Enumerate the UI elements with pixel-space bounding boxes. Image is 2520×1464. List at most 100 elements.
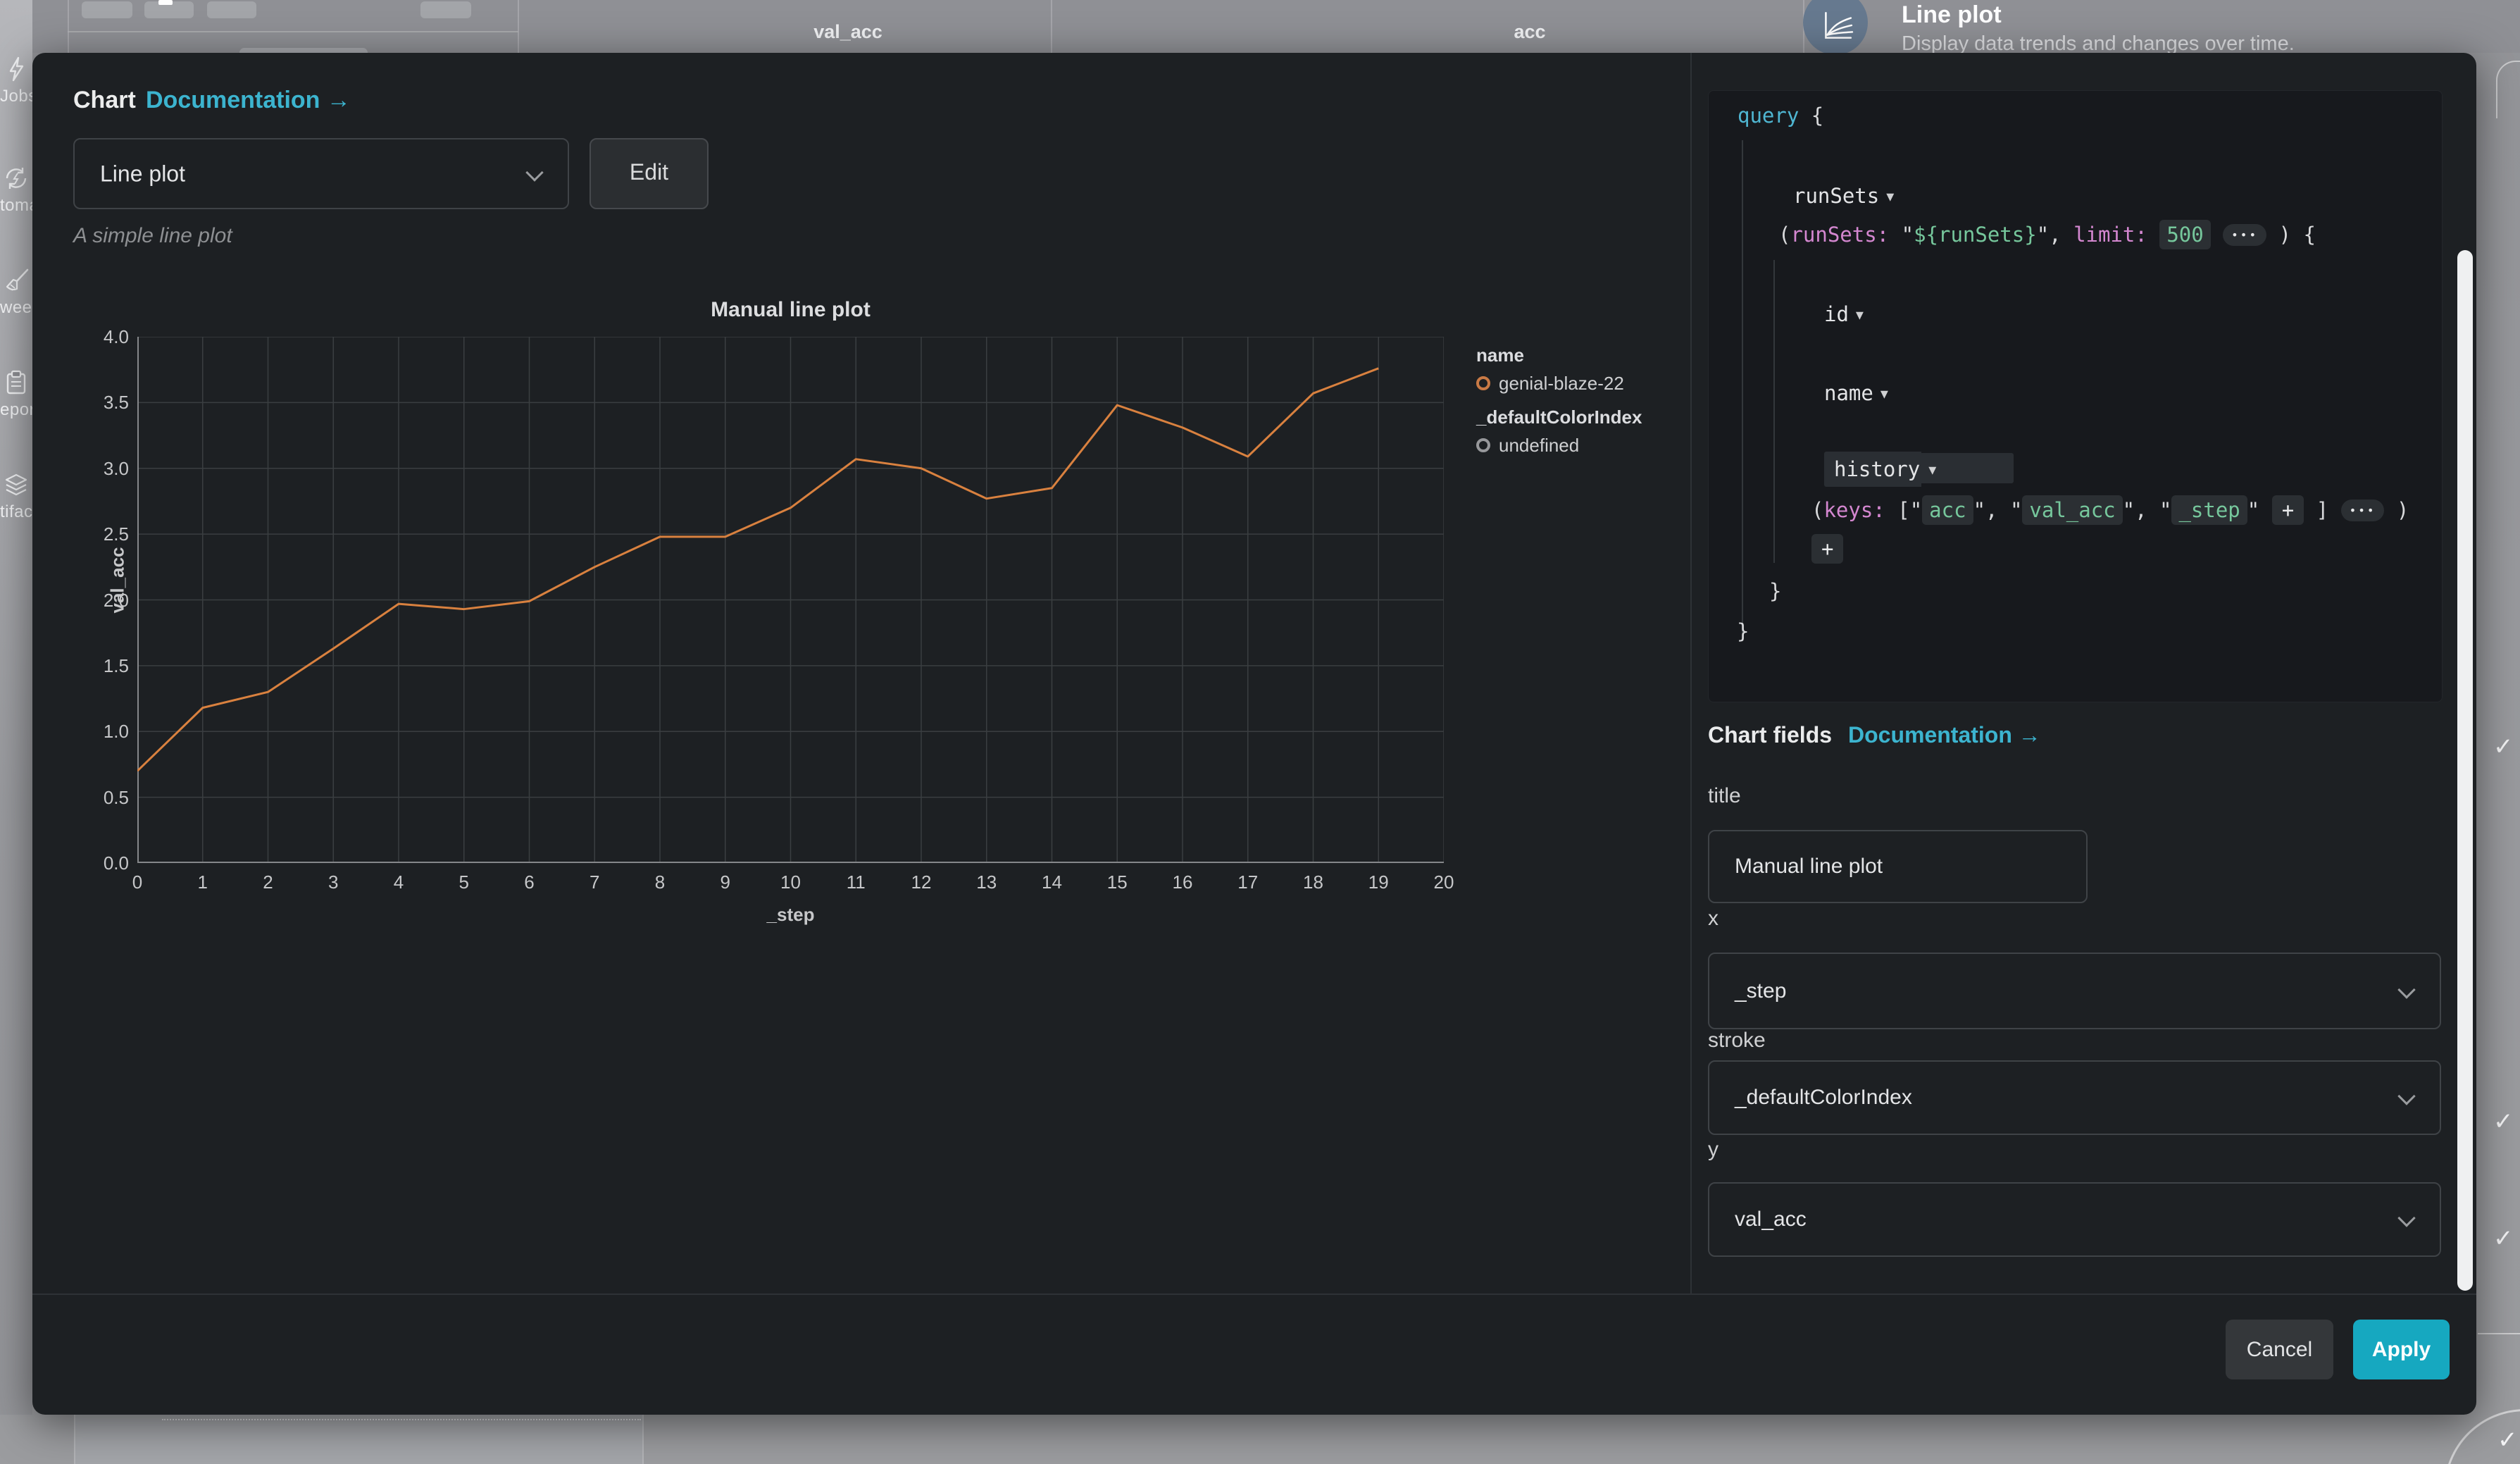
code-token: ${runSets} xyxy=(1914,223,2037,247)
edit-button[interactable]: Edit xyxy=(590,138,709,209)
sidebar-item-jobs[interactable]: Jobs xyxy=(0,55,32,106)
line-plot: 01234567891011121314151617181920 0.00.51… xyxy=(137,337,1444,863)
documentation-link[interactable]: Documentation → xyxy=(1848,722,2041,748)
field-label-stroke: stroke xyxy=(1708,1029,1766,1053)
panel-title-val-acc: val_acc xyxy=(813,21,882,43)
code-token: ▾ xyxy=(1879,188,1894,206)
y-field-select[interactable]: val_acc xyxy=(1708,1182,2441,1257)
toolbar-button xyxy=(207,1,256,18)
legend-group-title: name xyxy=(1476,343,1642,367)
code-token: [" xyxy=(1885,498,1922,522)
indent-guide xyxy=(1742,140,1743,633)
lightning-bolt-icon xyxy=(2,55,30,83)
y-tick-label: 3.0 xyxy=(87,458,129,480)
code-pill[interactable]: ••• xyxy=(2341,500,2385,521)
code-pill[interactable]: + xyxy=(2272,495,2304,525)
x-tick-label: 10 xyxy=(770,871,812,893)
x-tick-label: 9 xyxy=(704,871,747,893)
panel-divider xyxy=(518,0,519,53)
code-token: limit: xyxy=(2073,223,2147,247)
stroke-field-value: _defaultColorIndex xyxy=(1735,1086,1912,1110)
x-axis-label: _step xyxy=(137,904,1444,926)
sidebar-item-eports[interactable]: eports xyxy=(0,368,32,420)
code-pill[interactable]: 500 xyxy=(2159,220,2210,249)
hover-card-title: Line plot xyxy=(1902,1,2002,29)
background-dotted-line xyxy=(162,1419,641,1420)
apply-button[interactable]: Apply xyxy=(2353,1320,2450,1379)
chart-type-select[interactable]: Line plot xyxy=(73,138,569,209)
x-tick-label: 19 xyxy=(1357,871,1399,893)
query-line[interactable]: runSets▾ xyxy=(1793,180,1894,212)
code-pill[interactable]: val_acc xyxy=(2022,495,2122,525)
x-tick-label: 17 xyxy=(1227,871,1269,893)
field-label-y: y xyxy=(1708,1138,1719,1162)
x-field-value: _step xyxy=(1735,979,1786,1003)
query-editor[interactable]: query { runSets▾ (runSets: "${runSets}", l… xyxy=(1708,90,2443,702)
sidebar-item-tifact[interactable]: tifact xyxy=(0,471,32,522)
sidebar-item-weeps[interactable]: weeps xyxy=(0,266,32,318)
sidebar-item-toma[interactable]: toma xyxy=(0,164,32,216)
footer-divider xyxy=(32,1294,2476,1295)
code-token: ", " xyxy=(1973,498,2023,522)
code-token xyxy=(2211,223,2223,247)
sidebar-item-label: weeps xyxy=(0,298,32,318)
field-label-title: title xyxy=(1708,784,1741,808)
modal-title: Chart xyxy=(73,87,136,114)
check-icon: ✓ xyxy=(2493,1108,2514,1136)
x-tick-label: 18 xyxy=(1292,871,1335,893)
code-pill[interactable]: acc xyxy=(1922,495,1973,525)
code-token: name xyxy=(1824,381,1873,405)
x-tick-label: 14 xyxy=(1031,871,1073,893)
query-line[interactable]: (runSets: "${runSets}", limit: 500 ••• )… xyxy=(1778,218,2316,251)
cancel-button[interactable]: Cancel xyxy=(2226,1320,2333,1379)
sidebar-item-label: toma xyxy=(0,196,32,216)
code-token: ) { xyxy=(2266,223,2316,247)
chart-title: Manual line plot xyxy=(137,298,1444,322)
legend-item: genial-blaze-22 xyxy=(1476,371,1642,395)
documentation-link[interactable]: Documentation → xyxy=(146,87,351,114)
sidebar: Jobs toma weeps eports tifact xyxy=(0,0,32,1464)
query-line[interactable]: name▾ xyxy=(1824,377,1888,409)
x-tick-label: 16 xyxy=(1161,871,1204,893)
sidebar-item-label: eports xyxy=(0,400,32,420)
field-label-x: x xyxy=(1708,907,1719,931)
stroke-field-select[interactable]: _defaultColorIndex xyxy=(1708,1060,2441,1135)
sidebar-item-label: Jobs xyxy=(0,87,32,106)
code-token: } xyxy=(1737,619,1749,643)
code-token: ) xyxy=(2384,498,2409,522)
code-pill[interactable]: ••• xyxy=(2223,224,2266,246)
modal-section-divider xyxy=(1690,53,1692,1294)
code-token: runSets: xyxy=(1790,223,1889,247)
chart-fields-heading: Chart fields xyxy=(1708,722,1832,748)
x-tick-label: 0 xyxy=(116,871,158,893)
code-token: ▾ xyxy=(1873,385,1888,403)
query-line[interactable]: id▾ xyxy=(1824,298,1864,330)
x-tick-label: 7 xyxy=(573,871,616,893)
clipboard-icon xyxy=(2,368,30,397)
code-pill[interactable]: _step xyxy=(2171,495,2247,525)
code-token: ( xyxy=(1811,498,1823,522)
toolbar-separator xyxy=(68,31,518,32)
query-line[interactable]: history▾ xyxy=(1824,453,2014,485)
background-line xyxy=(2478,1333,2520,1334)
x-tick-label: 20 xyxy=(1423,871,1465,893)
panel-divider xyxy=(1051,0,1052,53)
title-input[interactable]: Manual line plot xyxy=(1708,830,2088,903)
code-token: query xyxy=(1738,104,1799,128)
code-token: } xyxy=(1769,579,1781,603)
chart-type-value: Line plot xyxy=(100,161,185,187)
code-pill[interactable]: + xyxy=(1811,534,1843,564)
y-tick-label: 1.0 xyxy=(87,721,129,743)
y-tick-label: 4.0 xyxy=(87,326,129,348)
query-line[interactable]: + xyxy=(1811,533,1843,565)
x-tick-label: 4 xyxy=(378,871,420,893)
title-input-value: Manual line plot xyxy=(1735,855,1883,879)
code-token: id xyxy=(1824,302,1849,326)
toolbar-button xyxy=(82,1,132,18)
x-field-select[interactable]: _step xyxy=(1708,953,2441,1029)
modal-scrollbar-thumb[interactable] xyxy=(2457,250,2473,1291)
x-tick-label: 3 xyxy=(312,871,354,893)
query-line[interactable]: (keys: ["acc", "val_acc", "_step" + ] ••… xyxy=(1811,494,2409,526)
query-line: query { xyxy=(1738,99,1823,132)
plot-canvas xyxy=(137,337,1444,863)
